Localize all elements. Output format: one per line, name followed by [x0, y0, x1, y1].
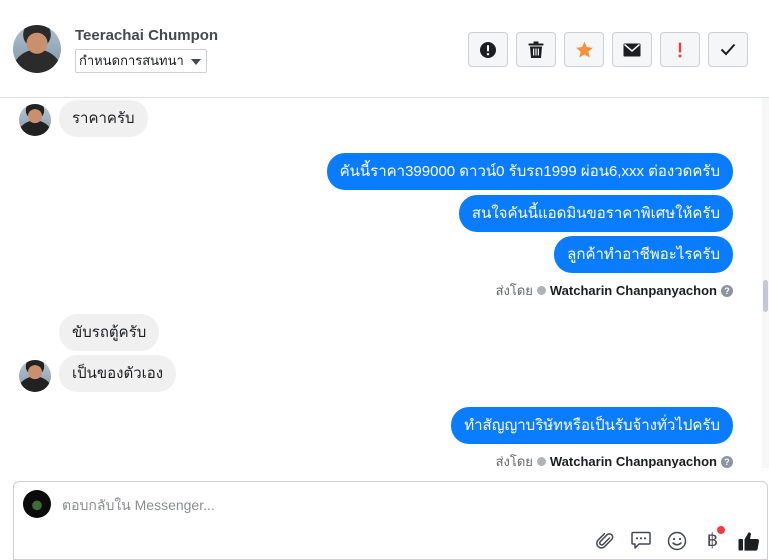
outgoing-message: สนใจคันนี้แอดมินขอราคาพิเศษให้ครับ — [458, 195, 733, 232]
sender-avatar — [19, 360, 51, 392]
follow-up-button[interactable] — [660, 32, 700, 67]
page-badge-icon — [536, 457, 546, 466]
star-icon — [575, 41, 593, 58]
outgoing-message: คันนี้ราคา399000 ดาวน์0 รับรถ1999 ผ่อน6,… — [326, 153, 733, 190]
header-actions — [468, 32, 748, 67]
sent-by-line: ส่งโดย Watcharin Chanpanyachon ? — [496, 280, 733, 301]
composer-tools: ฿ — [592, 526, 761, 553]
sent-by-label: ส่งโดย — [495, 283, 533, 298]
message-thread[interactable]: ราคาครับ คันนี้ราคา399000 ดาวน์0 รับรถ19… — [0, 98, 762, 468]
payment-button[interactable]: ฿ — [700, 526, 725, 553]
contact-name[interactable]: Teerachai Chumpon — [75, 27, 218, 44]
outgoing-message: ลูกค้าทำอาชีพอะไรครับ — [554, 236, 733, 273]
exclamation-icon — [678, 42, 682, 57]
mark-spam-button[interactable] — [468, 32, 508, 67]
sender-avatar — [19, 104, 51, 136]
sent-by-name[interactable]: Watcharin Chanpanyachon — [550, 454, 717, 468]
page-avatar — [23, 490, 51, 518]
sent-by-label: ส่งโดย — [495, 454, 533, 468]
baht-icon: ฿ — [706, 530, 719, 551]
help-icon[interactable]: ? — [721, 455, 733, 468]
envelope-icon — [623, 43, 641, 56]
incoming-message: ราคาครับ — [59, 100, 148, 137]
check-icon — [720, 43, 736, 56]
conversation-options-select[interactable]: กำหนดการสนทนา — [75, 49, 207, 73]
paperclip-icon — [595, 532, 613, 549]
emoji-button[interactable] — [664, 528, 689, 553]
star-button[interactable] — [564, 32, 604, 67]
delete-button[interactable] — [516, 32, 556, 67]
smiley-icon — [667, 531, 686, 550]
conversation-header: Teerachai Chumpon กำหนดการสนทนา — [0, 0, 769, 98]
page-badge-icon — [536, 286, 546, 295]
incoming-message: เป็นของตัวเอง — [59, 355, 177, 392]
attach-button[interactable] — [592, 528, 617, 553]
reply-composer: ฿ — [13, 481, 768, 560]
outgoing-message: ทำสัญญาบริษัทหรือเป็นรับจ้างทั่วไปครับ — [451, 407, 733, 444]
like-button[interactable] — [736, 528, 761, 553]
incoming-message: ขับรถตู้ครับ — [59, 314, 160, 351]
caret-down-icon — [190, 59, 201, 65]
trash-icon — [528, 41, 544, 58]
sent-by-line: ส่งโดย Watcharin Chanpanyachon ? — [496, 451, 733, 468]
contact-avatar[interactable] — [13, 25, 61, 73]
saved-replies-button[interactable] — [628, 528, 653, 553]
reply-input[interactable] — [62, 494, 662, 516]
sent-by-name[interactable]: Watcharin Chanpanyachon — [550, 283, 717, 298]
conversation-options-label: กำหนดการสนทนา — [79, 53, 184, 68]
notification-dot — [717, 526, 725, 534]
messenger-inbox: Teerachai Chumpon กำหนดการสนทนา ราคาครับ… — [0, 0, 769, 560]
help-icon[interactable]: ? — [721, 284, 733, 297]
mark-unread-button[interactable] — [612, 32, 652, 67]
thumbs-up-icon — [738, 531, 759, 551]
alert-circle-icon — [480, 41, 496, 58]
chat-bubble-icon — [630, 531, 651, 549]
scrollbar-thumb[interactable] — [763, 280, 768, 312]
mark-done-button[interactable] — [708, 32, 748, 67]
